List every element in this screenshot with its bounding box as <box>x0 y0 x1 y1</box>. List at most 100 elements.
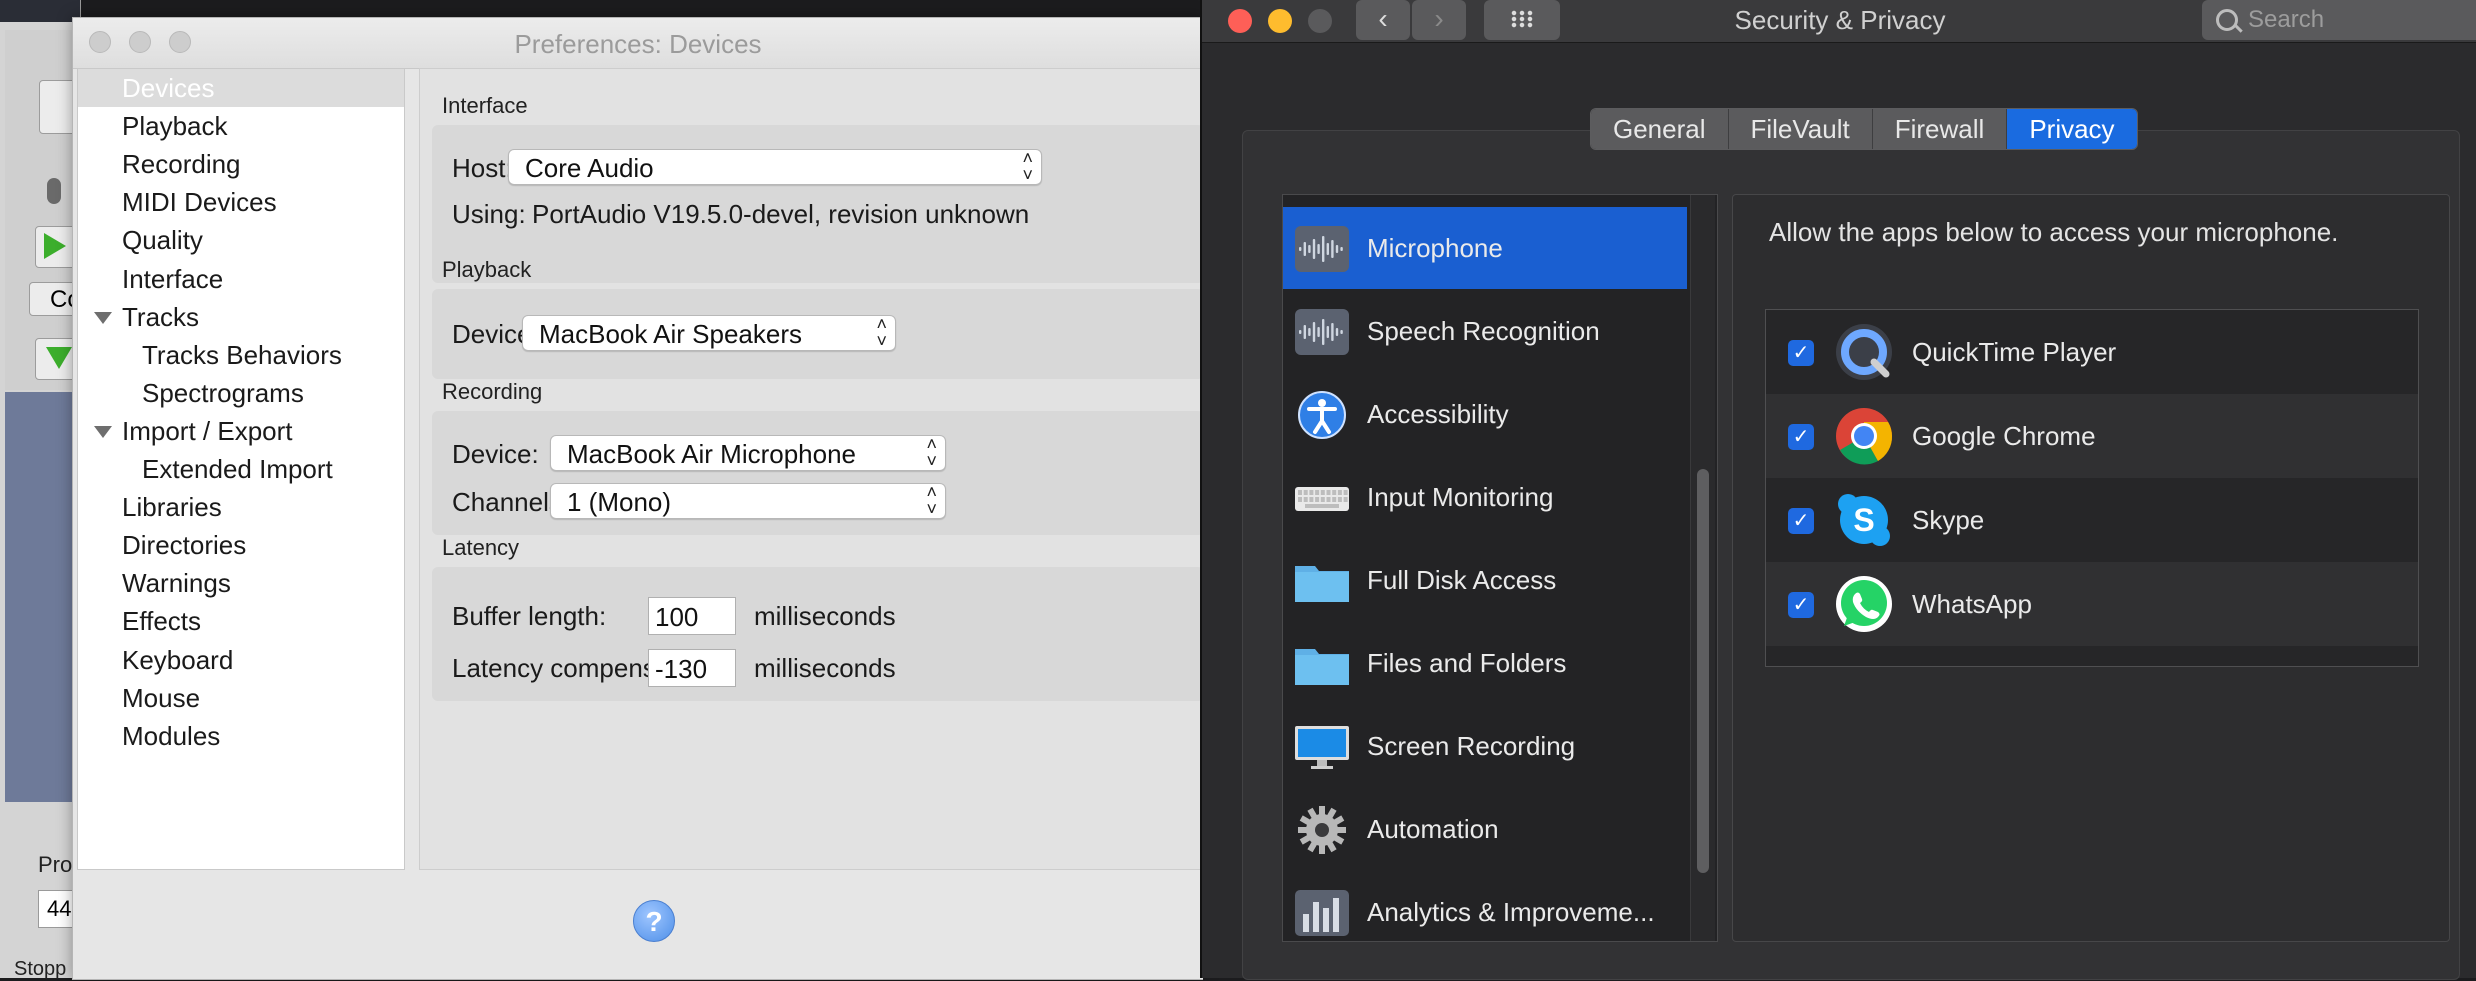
tree-item-label: Extended Import <box>142 454 333 484</box>
privacy-category-analytics-improveme[interactable]: Analytics & Improveme... <box>1283 871 1687 941</box>
using-label: Using: <box>452 199 526 229</box>
buffer-length-unit: milliseconds <box>754 601 896 631</box>
folder-icon <box>1293 556 1351 606</box>
tree-item-label: Libraries <box>122 492 222 523</box>
app-permission-checkbox[interactable]: ✓ <box>1788 340 1814 366</box>
privacy-detail-pane: Allow the apps below to access your micr… <box>1732 194 2450 942</box>
tree-item-effects[interactable]: Effects <box>78 602 404 640</box>
app-name: Skype <box>1912 505 1985 535</box>
disclosure-triangle-icon[interactable] <box>94 425 112 438</box>
tree-item-libraries[interactable]: Libraries <box>78 488 404 526</box>
privacy-category-label: Microphone <box>1367 233 1503 263</box>
tree-item-label: Directories <box>122 530 247 561</box>
using-value: PortAudio V19.5.0-devel, revision unknow… <box>532 199 1030 229</box>
preferences-category-tree: Devices Playback Recording MIDI Devices Qual… <box>77 68 405 870</box>
privacy-category-full-disk-access[interactable]: Full Disk Access <box>1283 539 1687 621</box>
skype-icon: S <box>1834 490 1894 550</box>
latency-compensation-input[interactable]: -130 <box>648 649 736 687</box>
tree-item-spectrograms[interactable]: Spectrograms <box>78 374 404 412</box>
search-field[interactable]: Search <box>2202 0 2476 40</box>
tree-item-recording[interactable]: Recording <box>78 145 404 183</box>
tree-item-label: Modules <box>122 720 221 751</box>
host-dropdown[interactable]: Core Audio ˄ ˅ <box>508 149 1042 185</box>
playback-device-dropdown[interactable]: MacBook Air Speakers ˄ ˅ <box>522 315 896 351</box>
tree-item-label: Tracks Behaviors <box>142 339 342 370</box>
app-permission-checkbox[interactable]: ✓ <box>1788 424 1814 450</box>
tree-item-label: Playback <box>122 111 228 142</box>
tree-item-playback[interactable]: Playback <box>78 107 404 145</box>
privacy-category-label: Screen Recording <box>1367 731 1576 761</box>
tree-item-label: MIDI Devices <box>122 187 277 218</box>
tab-general[interactable]: General <box>1591 109 1729 149</box>
scrollbar-thumb[interactable] <box>1697 469 1709 873</box>
background-audacity-window: Co Pro 44 Stopp <box>0 0 82 980</box>
privacy-category-files-and-folders[interactable]: Files and Folders <box>1283 622 1687 704</box>
tree-item-label: Spectrograms <box>142 377 304 408</box>
tree-item-interface[interactable]: Interface <box>78 260 404 298</box>
tab-filevault[interactable]: FileVault <box>1728 109 1873 149</box>
recording-device-dropdown[interactable]: MacBook Air Microphone ˄ ˅ <box>550 435 946 471</box>
privacy-category-speech-recognition[interactable]: Speech Recognition <box>1283 290 1687 372</box>
privacy-category-label: Files and Folders <box>1367 648 1567 678</box>
security-tabs: General FileVault Firewall Privacy <box>1590 108 2138 150</box>
tree-item-tracks-behaviors[interactable]: Tracks Behaviors <box>78 336 404 374</box>
tree-item-midi-devices[interactable]: MIDI Devices <box>78 183 404 221</box>
app-permission-checkbox[interactable]: ✓ <box>1788 592 1814 618</box>
allow-apps-description: Allow the apps below to access your micr… <box>1769 217 2339 247</box>
triangle-icon <box>46 347 72 369</box>
app-row-whatsapp: ✓ WhatsApp <box>1766 562 2418 646</box>
tab-firewall[interactable]: Firewall <box>1872 109 2008 149</box>
privacy-category-input-monitoring[interactable]: Input Monitoring <box>1283 456 1687 538</box>
tree-item-devices[interactable]: Devices <box>78 69 404 107</box>
recording-device-label: Device: <box>452 439 539 469</box>
tree-item-label: Devices <box>122 73 215 103</box>
category-scrollbar[interactable] <box>1690 195 1715 941</box>
privacy-category-label: Full Disk Access <box>1367 565 1557 595</box>
tree-item-warnings[interactable]: Warnings <box>78 564 404 602</box>
chrome-icon <box>1834 406 1894 466</box>
microphone-icon <box>1293 224 1351 274</box>
privacy-category-microphone[interactable]: Microphone <box>1283 207 1687 289</box>
privacy-category-label: Input Monitoring <box>1367 482 1554 512</box>
chevron-updown-icon: ˄ ˅ <box>926 482 937 519</box>
security-privacy-window: ‹ › Security & Privacy Search General Fil… <box>1200 0 2476 980</box>
host-value: Core Audio <box>525 153 654 183</box>
channels-dropdown[interactable]: 1 (Mono) ˄ ˅ <box>550 483 946 519</box>
tree-item-tracks[interactable]: Tracks <box>78 298 404 336</box>
privacy-category-label: Analytics & Improveme... <box>1367 897 1655 927</box>
tree-item-keyboard[interactable]: Keyboard <box>78 641 404 679</box>
devices-panel: Interface Host: Core Audio ˄ ˅ Using: Por… <box>419 68 1204 870</box>
privacy-category-accessibility[interactable]: Accessibility <box>1283 373 1687 455</box>
tree-item-mouse[interactable]: Mouse <box>78 679 404 717</box>
recording-section-title: Recording <box>442 379 543 404</box>
display-icon <box>1293 722 1351 772</box>
tree-item-directories[interactable]: Directories <box>78 526 404 564</box>
analytics-icon <box>1293 888 1351 938</box>
window-title: Preferences: Devices <box>514 29 762 59</box>
project-rate-label: Pro <box>38 852 73 877</box>
recording-device-value: MacBook Air Microphone <box>567 439 857 469</box>
tree-item-quality[interactable]: Quality <box>78 221 404 259</box>
channels-value: 1 (Mono) <box>567 487 672 517</box>
app-permission-checkbox[interactable]: ✓ <box>1788 508 1814 534</box>
buffer-length-input[interactable]: 100 <box>648 597 736 635</box>
latency-group: Buffer length: 100 milliseconds Latency … <box>432 567 1204 701</box>
help-button[interactable]: ? <box>633 900 675 942</box>
tree-item-modules[interactable]: Modules <box>78 717 404 755</box>
app-name: QuickTime Player <box>1912 337 2117 367</box>
tree-item-label: Import / Export <box>122 415 293 446</box>
gear-icon <box>1293 805 1351 855</box>
interface-section-title: Interface <box>442 93 528 118</box>
privacy-category-automation[interactable]: Automation <box>1283 788 1687 870</box>
app-row-skype: ✓ S Skype <box>1766 478 2418 562</box>
chevron-updown-icon: ˄ ˅ <box>1022 148 1033 185</box>
tab-privacy[interactable]: Privacy <box>2007 109 2137 149</box>
host-label: Host: <box>452 153 513 183</box>
disclosure-triangle-icon[interactable] <box>94 311 112 324</box>
play-icon <box>44 233 66 259</box>
tree-item-label: Keyboard <box>122 644 234 675</box>
recording-group: Device: MacBook Air Microphone ˄ ˅ Channe… <box>432 411 1204 535</box>
tree-item-import-export[interactable]: Import / Export <box>78 412 404 450</box>
privacy-category-screen-recording[interactable]: Screen Recording <box>1283 705 1687 787</box>
tree-item-extended-import[interactable]: Extended Import <box>78 450 404 488</box>
